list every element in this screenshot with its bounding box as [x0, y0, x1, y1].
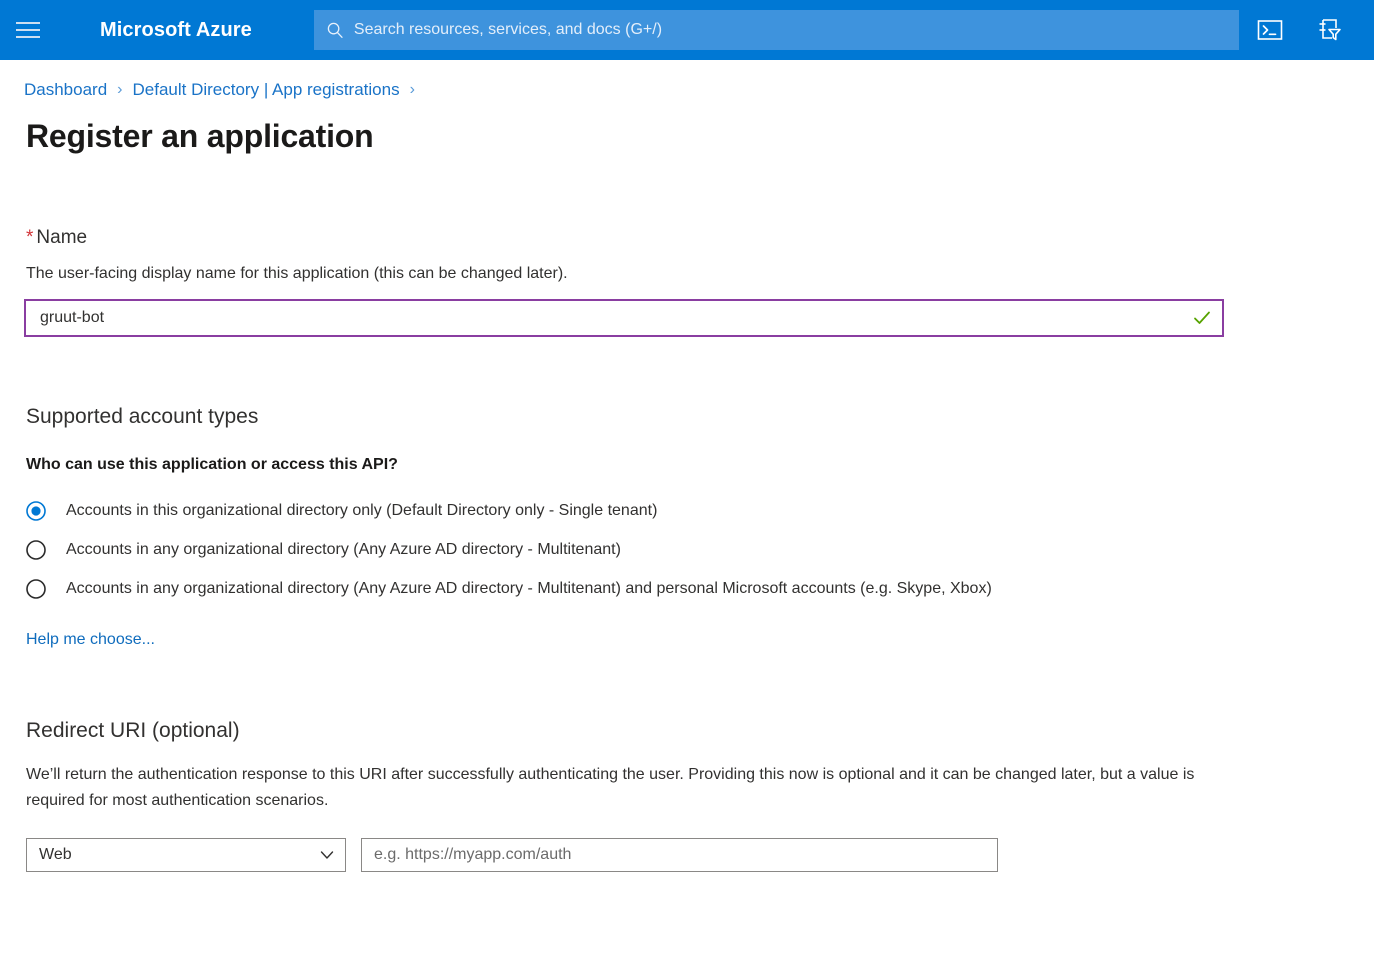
redirect-uri-input[interactable]	[374, 846, 985, 865]
cloud-shell-icon[interactable]	[1248, 8, 1292, 52]
chevron-down-icon	[320, 851, 334, 859]
required-marker: *	[26, 227, 34, 248]
radio-option-single-tenant[interactable]: Accounts in this organizational director…	[24, 491, 1350, 530]
platform-select-value: Web	[39, 846, 72, 864]
page-content: Dashboard › Default Directory | App regi…	[0, 60, 1374, 873]
chevron-right-icon: ›	[409, 81, 415, 98]
hamburger-bar	[16, 36, 40, 38]
search-icon	[327, 22, 343, 38]
radio-option-multitenant-personal[interactable]: Accounts in any organizational directory…	[24, 569, 1350, 608]
directories-filter-icon[interactable]	[1306, 8, 1350, 52]
redirect-uri-title: Redirect URI (optional)	[26, 719, 240, 742]
breadcrumb-item-dashboard[interactable]: Dashboard	[24, 80, 107, 100]
global-search-box[interactable]	[313, 10, 1239, 50]
hamburger-bar	[16, 29, 40, 31]
breadcrumb: Dashboard › Default Directory | App regi…	[24, 60, 1350, 100]
cloud-shell-glyph	[1257, 20, 1283, 40]
radio-option-multitenant[interactable]: Accounts in any organizational directory…	[24, 530, 1350, 569]
radio-label-multitenant: Accounts in any organizational directory…	[66, 540, 621, 558]
redirect-uri-input-wrapper[interactable]	[361, 838, 998, 873]
page-title: Register an application	[26, 118, 374, 154]
radio-label-single-tenant: Accounts in this organizational director…	[66, 501, 658, 519]
hamburger-icon[interactable]	[0, 0, 56, 60]
brand-logo-text[interactable]: Microsoft Azure	[100, 19, 252, 42]
help-me-choose-link[interactable]: Help me choose...	[26, 631, 155, 649]
directories-filter-glyph	[1319, 19, 1341, 41]
name-field-description: The user-facing display name for this ap…	[26, 265, 568, 282]
radio-selected-icon[interactable]	[26, 500, 46, 521]
hamburger-bar	[16, 22, 40, 24]
azure-top-header: Microsoft Azure	[0, 0, 1374, 60]
platform-select[interactable]: Web	[26, 838, 346, 873]
supported-account-types-question: Who can use this application or access t…	[26, 456, 398, 473]
check-icon	[1194, 311, 1210, 324]
radio-label-multitenant-personal: Accounts in any organizational directory…	[66, 579, 992, 597]
radio-unselected-icon[interactable]	[26, 578, 46, 599]
search-input[interactable]	[353, 21, 1227, 39]
register-application-form: * Name The user-facing display name for t…	[24, 227, 1350, 873]
name-field-label: * Name	[26, 227, 1350, 249]
redirect-uri-row: Web	[26, 838, 1350, 873]
supported-account-types-title: Supported account types	[26, 405, 259, 428]
radio-unselected-icon[interactable]	[26, 539, 46, 560]
name-input[interactable]	[40, 309, 1184, 327]
redirect-uri-description: We’ll return the authentication response…	[26, 766, 1195, 809]
chevron-right-icon: ›	[117, 81, 123, 98]
header-icon-group	[1248, 8, 1360, 52]
name-label-text: Name	[36, 227, 88, 248]
breadcrumb-item-app-registrations[interactable]: Default Directory | App registrations	[133, 80, 400, 100]
name-input-wrapper[interactable]	[24, 299, 1224, 337]
supported-account-types-radio-group: Accounts in this organizational director…	[24, 491, 1350, 608]
